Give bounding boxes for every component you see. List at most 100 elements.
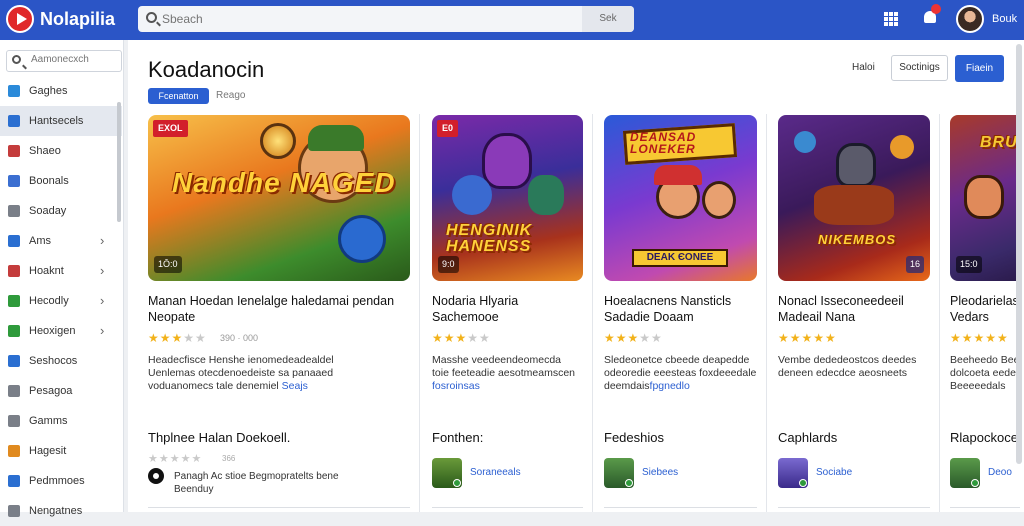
sidebar-item[interactable]: Hantsecels: [0, 106, 122, 136]
sidebar-item-label: Pedmmoes: [29, 475, 85, 487]
card-title[interactable]: Nodaria Hlyaria Sachemooe: [432, 293, 583, 325]
column-separator: [419, 114, 420, 512]
card-description: Beeheedo Bee dolcoeta eede Beeeeedals: [950, 354, 1020, 393]
game-thumbnail[interactable]: HENGINIK HANENSS E0 9:0: [432, 115, 583, 281]
primary-button[interactable]: Fiaein: [955, 55, 1004, 82]
chevron-right-icon[interactable]: ›: [100, 233, 104, 248]
game-card[interactable]: NIKEMBOS 16 Nonacl Isseconeedeeil Madeai…: [778, 110, 940, 512]
card-divider: [778, 507, 930, 508]
image-icon: [8, 385, 20, 397]
logo-play-icon[interactable]: [6, 5, 34, 33]
sidebar-item[interactable]: Pesagoa: [0, 376, 122, 406]
sidebar-item[interactable]: Pedmmoes: [0, 466, 122, 496]
user-name[interactable]: Bouk: [992, 13, 1017, 25]
sidebar-item[interactable]: Hagesit: [0, 436, 122, 466]
description-link[interactable]: fpgnedlo: [650, 380, 690, 392]
chevron-right-icon[interactable]: ›: [100, 293, 104, 308]
developer-link[interactable]: Siebees: [642, 467, 678, 478]
sidebar-item[interactable]: Gaghes: [0, 76, 122, 106]
developer-link[interactable]: Deoo: [988, 467, 1012, 478]
notification-badge: [931, 4, 941, 14]
developer-line: Beenduy: [174, 484, 214, 495]
game-card[interactable]: BRUDEN 15:0 Pleodarielas Vedars ★★★★★ Be…: [950, 110, 1020, 512]
gamepad-icon: [8, 295, 20, 307]
filter-chip-active[interactable]: Fcenatton: [148, 88, 209, 104]
app-name[interactable]: Nolapilia: [40, 9, 115, 30]
text-button[interactable]: Haloi: [852, 62, 875, 73]
sidebar-item-label: Soaday: [29, 205, 67, 217]
game-thumbnail[interactable]: Nandhe NAGED EXOL 1Ō:0: [148, 115, 410, 281]
thumbnail-badge: E0: [437, 120, 459, 137]
developer-avatar-icon: [950, 458, 980, 488]
card-title[interactable]: Manan Hoedan Ienelalge haledamai pendan …: [148, 293, 410, 325]
chart-icon: [8, 415, 20, 427]
search-icon: [146, 12, 157, 23]
developer-line: Panagh Ac stioe Begmopratelts bene: [174, 471, 339, 482]
sidebar-item[interactable]: Seshocos: [0, 346, 122, 376]
game-thumbnail[interactable]: DEANSAD LONEKER DEAK ЄONEE: [604, 115, 757, 281]
game-card[interactable]: DEANSAD LONEKER DEAK ЄONEE Hoealacnens N…: [604, 110, 767, 512]
search-button[interactable]: Sek: [582, 6, 634, 32]
sidebar-item-label: Gamms: [29, 415, 68, 427]
sidebar-item[interactable]: Shaeo: [0, 136, 122, 166]
search-icon: [12, 55, 21, 64]
list-icon: [8, 505, 20, 517]
card-title[interactable]: Hoealacnens Nansticls Sadadie Doaam: [604, 293, 757, 325]
column-separator: [939, 114, 940, 512]
page-scrollbar[interactable]: [1016, 44, 1022, 464]
sidebar-item-label: Hantsecels: [29, 115, 84, 127]
sidebar-item[interactable]: Heoxigen ›: [0, 316, 122, 346]
section-title: Rlapockocel: [950, 430, 1020, 445]
search-input[interactable]: [162, 10, 572, 28]
sidebar-item[interactable]: Boonals: [0, 166, 122, 196]
sidebar-scrollbar[interactable]: [117, 102, 121, 222]
sidebar-item-label: Hagesit: [29, 445, 67, 457]
developer-row[interactable]: Panagh Ac stioe Begmopratelts bene Beend…: [148, 468, 410, 498]
description-link[interactable]: fosroinsas: [432, 380, 583, 393]
column-separator: [766, 114, 767, 512]
sidebar-item[interactable]: Hoaknt ›: [0, 256, 122, 286]
game-art-title: BRUDEN: [980, 134, 1020, 151]
avatar[interactable]: [956, 5, 984, 33]
sidebar-item[interactable]: Nengatnes: [0, 496, 122, 526]
card-title[interactable]: Pleodarielas Vedars: [950, 293, 1020, 325]
sidebar-item[interactable]: Soaday: [0, 196, 122, 226]
section-title: Thplnee Halan Doekoell.: [148, 430, 291, 445]
sidebar-item[interactable]: Gamms: [0, 406, 122, 436]
card-divider: [950, 507, 1020, 508]
game-card[interactable]: Nandhe NAGED EXOL 1Ō:0 Manan Hoedan Iene…: [148, 110, 420, 512]
description-line: Sledeonetce cbeede deapedde: [604, 354, 750, 366]
description-line: Vembe dededeostcos deedes: [778, 354, 917, 366]
mini-rating-stars: ★★★★★: [148, 453, 203, 465]
description-link[interactable]: Seajs: [282, 380, 308, 392]
chevron-right-icon[interactable]: ›: [100, 263, 104, 278]
card-title[interactable]: Nonacl Isseconeedeeil Madeail Nana: [778, 293, 930, 325]
developer-link[interactable]: Sociabe: [816, 467, 852, 478]
thumbnail-counter: 16: [905, 256, 924, 273]
sidebar-search[interactable]: [6, 50, 122, 72]
main-content: Koadanocin Fcenatton Reago Haloi Soctini…: [128, 40, 1024, 512]
developer-link[interactable]: Soraneeals: [470, 467, 521, 478]
settings-button[interactable]: Soctinigs: [891, 55, 948, 81]
search-bar[interactable]: Sek: [138, 6, 634, 32]
game-card[interactable]: HENGINIK HANENSS E0 9:0 Nodaria Hlyaria …: [432, 110, 593, 512]
game-thumbnail[interactable]: NIKEMBOS 16: [778, 115, 930, 281]
rating-stars: ★★★★★: [148, 331, 207, 345]
chevron-right-icon[interactable]: ›: [100, 323, 104, 338]
filter-chip[interactable]: Reago: [216, 90, 245, 101]
sidebar-item[interactable]: Ams ›: [0, 226, 122, 256]
game-thumbnail[interactable]: BRUDEN 15:0: [950, 115, 1020, 281]
thumbnail-badge: EXOL: [153, 120, 188, 137]
apps-grid-icon[interactable]: [884, 12, 898, 26]
description-line: Masshe veedeendeomecda: [432, 354, 562, 366]
person-icon: [8, 145, 20, 157]
page-title: Koadanocin: [148, 57, 265, 82]
sidebar-search-input[interactable]: [31, 54, 117, 65]
developer-avatar-icon: [604, 458, 634, 488]
description-line: deneen edecdce aeosneets: [778, 367, 908, 379]
sidebar-item[interactable]: Hecodly ›: [0, 286, 122, 316]
card-description: Masshe veedeendeomecda toie feeteadie ae…: [432, 354, 583, 393]
card-description: Headecfisce Henshe ienomedeadealdel Uenl…: [148, 354, 410, 393]
grid-icon: [8, 235, 20, 247]
sidebar: Gaghes Hantsecels ShaeoBoonals Soaday Ams›Ho…: [0, 40, 124, 517]
